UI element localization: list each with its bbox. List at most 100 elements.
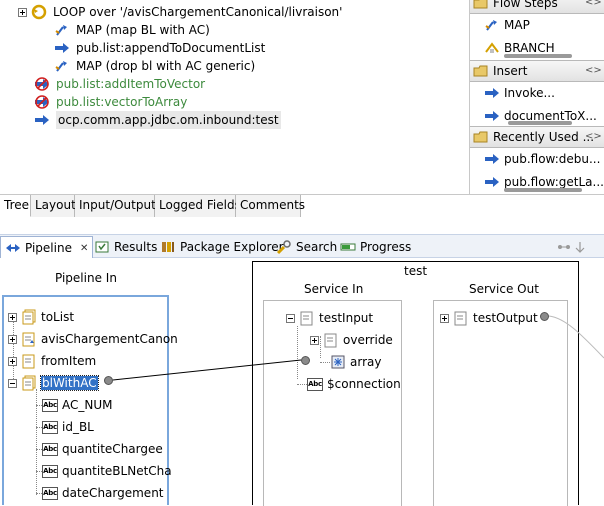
map-connector-handle[interactable] — [301, 356, 310, 365]
branch-icon — [485, 42, 499, 53]
invoke-icon — [35, 115, 49, 125]
service-in-var-connection[interactable]: Abc $connectionI — [307, 375, 402, 393]
palette-insert-header[interactable]: Insert <> — [470, 60, 604, 82]
package-explorer-icon — [162, 242, 174, 252]
pipeline-field-ac-num[interactable]: Abc AC_NUM — [42, 396, 113, 414]
palette-item-recent[interactable]: pub.flow:debu... — [484, 150, 600, 168]
tab-layout[interactable]: Layout — [31, 195, 76, 217]
palette-scrollbar[interactable] — [508, 121, 572, 125]
pipeline-var-label: blWithAC — [40, 375, 99, 391]
object-icon — [331, 355, 345, 369]
tab-pipeline[interactable]: Pipeline ✕ — [0, 236, 94, 259]
pipeline-var-label: toList — [41, 310, 75, 324]
flow-step-invoke-disabled[interactable]: pub.list:vectorToArray — [34, 93, 187, 111]
service-var-label: testOutput — [473, 311, 538, 325]
pipeline-field-date-chargement[interactable]: Abc dateChargement — [42, 484, 164, 502]
flow-step-label: ocp.comm.app.jdbc.om.inbound:test — [56, 111, 281, 129]
disabled-invoke-icon — [35, 95, 49, 109]
folder-icon — [473, 131, 488, 143]
view-tab-bar: Pipeline ✕ Results Package Explorer Sear… — [0, 234, 604, 259]
service-in-var-override[interactable]: override — [310, 331, 393, 349]
document-icon — [22, 354, 35, 369]
flow-step-loop[interactable]: LOOP over '/avisChargementCanonical/livr… — [18, 3, 342, 21]
pipeline-field-quantite-bl-net[interactable]: Abc quantiteBLNetCha — [42, 462, 172, 480]
pipeline-field-quantite-chargee[interactable]: Abc quantiteChargee — [42, 440, 163, 458]
palette-scrollbar[interactable] — [504, 188, 582, 192]
document-icon — [454, 311, 467, 326]
palette-flow-steps-header[interactable]: Flow Steps <> — [470, 0, 604, 14]
map-connector-handle[interactable] — [540, 312, 549, 321]
tab-label: Pipeline — [25, 241, 72, 255]
flow-palette: Flow Steps <> MAP BRANCH Insert <> Invok… — [469, 0, 604, 194]
flow-step-map[interactable]: MAP (drop bl with AC generic) — [54, 57, 255, 75]
expand-icon[interactable] — [8, 312, 17, 322]
string-field-icon: Abc — [42, 464, 58, 478]
tab-tree[interactable]: Tree — [0, 195, 31, 217]
tab-results[interactable]: Results — [94, 237, 157, 257]
service-out-var-testoutput[interactable]: testOutput — [440, 309, 538, 327]
palette-recently-used-header[interactable]: Recently Used ... <> — [470, 126, 604, 148]
invoke-icon — [485, 177, 499, 187]
flow-step-tree: LOOP over '/avisChargementCanonical/livr… — [0, 0, 466, 190]
invoke-icon — [485, 111, 499, 121]
expand-icon[interactable] — [310, 335, 319, 345]
map-icon — [485, 20, 497, 31]
document-icon — [300, 311, 313, 326]
pipeline-var-avis[interactable]: avisChargementCanon — [8, 330, 178, 348]
collapse-icon[interactable]: <> — [585, 0, 602, 9]
view-menu-icon[interactable] — [556, 239, 592, 255]
flow-step-label: MAP (map BL with AC) — [76, 23, 210, 37]
service-in-title: Service In — [304, 282, 364, 296]
flow-step-label: pub.list:addItemToVector — [56, 77, 206, 91]
expand-icon[interactable] — [8, 356, 17, 366]
pipeline-field-id-bl[interactable]: Abc id_BL — [42, 418, 94, 436]
flow-step-label: MAP (drop bl with AC generic) — [76, 59, 256, 73]
tab-label: Comments — [240, 198, 306, 212]
collapse-icon[interactable]: <> — [585, 131, 602, 143]
tab-progress[interactable]: Progress — [340, 237, 411, 257]
service-box: test Service In Service Out testInput ov… — [252, 261, 579, 506]
service-var-label: testInput — [319, 311, 374, 325]
expand-icon[interactable] — [8, 334, 17, 344]
pipeline-var-label: quantiteChargee — [62, 442, 163, 456]
tab-label: Tree — [4, 198, 30, 212]
palette-item-label: pub.flow:getLa... — [504, 175, 604, 189]
tab-label: Results — [114, 240, 158, 254]
tab-input-output[interactable]: Input/Output — [75, 195, 156, 217]
expand-icon[interactable] — [18, 7, 27, 17]
pipeline-in-title: Pipeline In — [55, 271, 117, 285]
expand-icon[interactable] — [440, 313, 449, 323]
tab-search[interactable]: Search — [276, 237, 337, 257]
tab-label: Progress — [360, 240, 412, 254]
service-var-label: array — [350, 355, 382, 369]
palette-item-invoke[interactable]: Invoke... — [484, 84, 555, 102]
flow-step-invoke[interactable]: pub.list:appendToDocumentList — [54, 39, 265, 57]
map-connector-handle[interactable] — [104, 376, 113, 385]
flow-step-invoke-selected[interactable]: ocp.comm.app.jdbc.om.inbound:test — [34, 111, 281, 129]
palette-scrollbar[interactable] — [504, 54, 572, 58]
collapse-icon[interactable]: <> — [585, 65, 602, 77]
palette-item-map[interactable]: MAP — [484, 16, 530, 34]
tab-label: Layout — [35, 198, 76, 212]
service-in-var-testinput[interactable]: testInput — [286, 309, 373, 327]
tab-label: Input/Output — [79, 198, 156, 212]
tab-package-explorer[interactable]: Package Explorer — [160, 237, 284, 257]
flow-step-map[interactable]: MAP (map BL with AC) — [54, 21, 210, 39]
pipeline-var-fromitem[interactable]: fromItem — [8, 352, 96, 370]
invoke-icon — [55, 43, 69, 53]
pipeline-var-tolist[interactable]: toList — [8, 308, 74, 326]
flow-step-invoke-disabled[interactable]: pub.list:addItemToVector — [34, 75, 205, 93]
service-out-title: Service Out — [469, 282, 539, 296]
service-out-panel: testOutput — [433, 300, 568, 506]
tab-label: Package Explorer — [180, 240, 284, 254]
service-var-label: $connectionI — [327, 377, 402, 391]
tab-comments[interactable]: Comments — [236, 195, 305, 217]
pipeline-var-blwithac[interactable]: blWithAC — [8, 374, 99, 392]
collapse-icon[interactable] — [286, 313, 295, 323]
service-in-var-array[interactable]: array — [330, 353, 381, 371]
tab-logged-fields[interactable]: Logged Fields — [155, 195, 241, 217]
close-icon[interactable]: ✕ — [80, 243, 88, 254]
collapse-icon[interactable] — [8, 378, 17, 388]
pipeline-icon — [6, 244, 20, 252]
folder-icon — [473, 65, 488, 77]
